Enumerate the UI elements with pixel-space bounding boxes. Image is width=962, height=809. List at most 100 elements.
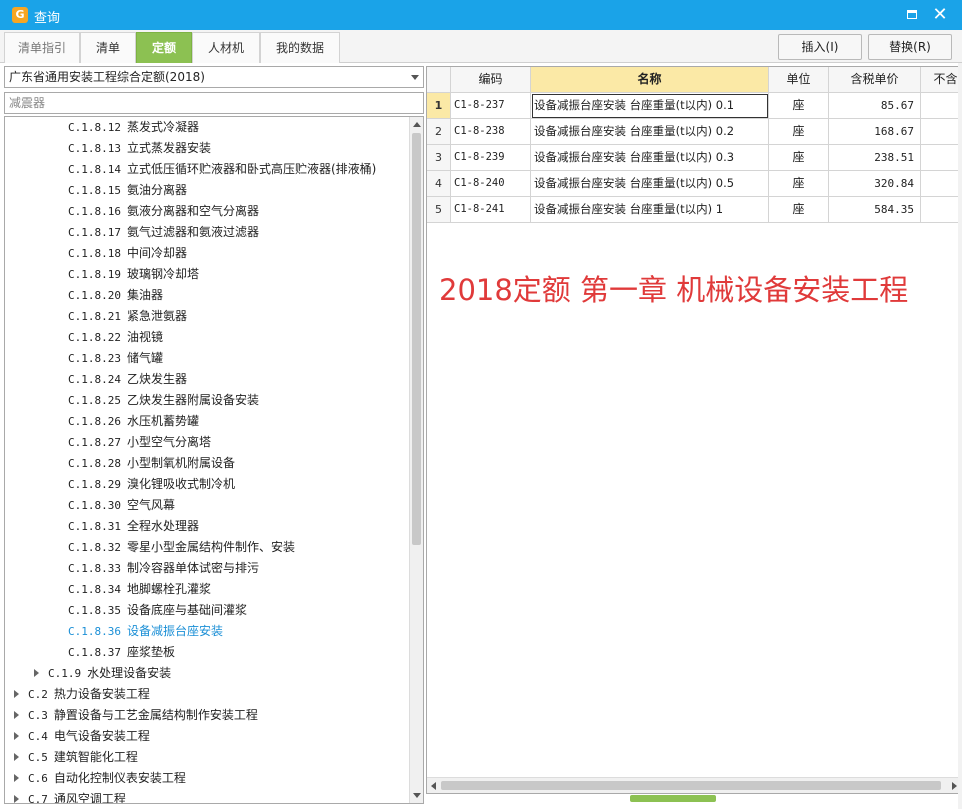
grid-horizontal-scrollbar[interactable] bbox=[427, 777, 961, 793]
header-code[interactable]: 编码 bbox=[451, 67, 531, 93]
tree-item[interactable]: C.1.8.12 蒸发式冷凝器 bbox=[68, 117, 199, 138]
row-number[interactable]: 4 bbox=[427, 171, 451, 197]
title-bar[interactable]: G 查询 ✕ bbox=[0, 0, 962, 30]
tab-bill-guide[interactable]: 清单指引 bbox=[4, 32, 80, 63]
row-number[interactable]: 1 bbox=[427, 93, 451, 119]
tree-item[interactable]: C.1.8.26 水压机蓄势罐 bbox=[68, 411, 199, 432]
header-tax-price[interactable]: 含税单价 bbox=[829, 67, 921, 93]
quota-name[interactable]: 设备减振台座安装 台座重量(t以内) 0.3 bbox=[531, 145, 769, 171]
tree-item[interactable]: C.1.8.37 座浆垫板 bbox=[68, 642, 175, 663]
quota-unit[interactable]: 座 bbox=[769, 145, 829, 171]
tree-item[interactable]: C.1.8.35 设备底座与基础间灌浆 bbox=[68, 600, 247, 621]
tree-item[interactable]: C.1.8.20 集油器 bbox=[68, 285, 163, 306]
quota-unit[interactable]: 座 bbox=[769, 171, 829, 197]
tree-item[interactable]: C.1.8.28 小型制氧机附属设备 bbox=[68, 453, 235, 474]
quota-code[interactable]: C1-8-239 bbox=[451, 145, 531, 171]
row-number[interactable]: 5 bbox=[427, 197, 451, 223]
tree-item[interactable]: C.1.8.16 氨液分离器和空气分离器 bbox=[68, 201, 259, 222]
tree-item[interactable]: C.1.8.24 乙炔发生器 bbox=[68, 369, 187, 390]
tree-item[interactable]: C.1.8.15 氨油分离器 bbox=[68, 180, 187, 201]
scroll-thumb[interactable] bbox=[412, 133, 421, 545]
tree-item[interactable]: C.1.8.23 储气罐 bbox=[68, 348, 163, 369]
quota-library-select[interactable]: 广东省通用安装工程综合定额(2018) bbox=[4, 66, 424, 88]
tab-bill[interactable]: 清单 bbox=[80, 32, 136, 63]
expand-arrow-icon[interactable] bbox=[34, 669, 39, 677]
tree-item[interactable]: C.1.9 水处理设备安装 bbox=[34, 663, 171, 684]
quota-code[interactable]: C1-8-237 bbox=[451, 93, 531, 119]
row-number[interactable]: 3 bbox=[427, 145, 451, 171]
quota-tax-price[interactable]: 168.67 bbox=[829, 119, 921, 145]
tree-item[interactable]: C.3 静置设备与工艺金属结构制作安装工程 bbox=[14, 705, 258, 726]
window-title: 查询 bbox=[34, 11, 61, 26]
scroll-left-icon[interactable] bbox=[431, 782, 436, 790]
chapter-tree[interactable]: C.7 通风空调工程 C.6 自动化控制仪表安装工程 C.5 建筑智能化工程 C.4 电气设备… bbox=[4, 116, 424, 804]
tree-item[interactable]: C.1.8.33 制冷容器单体试密与排污 bbox=[68, 558, 259, 579]
quota-unit[interactable]: 座 bbox=[769, 93, 829, 119]
replace-button[interactable]: 替换(R) bbox=[868, 34, 952, 60]
quota-tax-price[interactable]: 584.35 bbox=[829, 197, 921, 223]
tab-my-data[interactable]: 我的数据 bbox=[260, 32, 340, 63]
tab-labor-material-machine[interactable]: 人材机 bbox=[192, 32, 260, 63]
quota-code[interactable]: C1-8-240 bbox=[451, 171, 531, 197]
scroll-up-icon[interactable] bbox=[413, 122, 421, 127]
tree-item[interactable]: C.1.8.29 溴化锂吸收式制冷机 bbox=[68, 474, 235, 495]
expand-arrow-icon[interactable] bbox=[14, 795, 19, 803]
tree-item[interactable]: C.1.8.27 小型空气分离塔 bbox=[68, 432, 211, 453]
tree-item[interactable]: C.1.8.22 油视镜 bbox=[68, 327, 163, 348]
quota-tax-price[interactable]: 238.51 bbox=[829, 145, 921, 171]
scroll-down-icon[interactable] bbox=[413, 793, 421, 798]
quota-name[interactable]: 设备减振台座安装 台座重量(t以内) 0.2 bbox=[531, 119, 769, 145]
quota-code[interactable]: C1-8-241 bbox=[451, 197, 531, 223]
insert-button[interactable]: 插入(I) bbox=[778, 34, 862, 60]
expand-arrow-icon[interactable] bbox=[14, 753, 19, 761]
quota-tax-price[interactable]: 320.84 bbox=[829, 171, 921, 197]
quota-pretax-price[interactable] bbox=[921, 93, 961, 119]
tree-item[interactable]: C.1.8.34 地脚螺栓孔灌浆 bbox=[68, 579, 211, 600]
tree-item[interactable]: C.1.8.19 玻璃钢冷却塔 bbox=[68, 264, 199, 285]
header-unit[interactable]: 单位 bbox=[769, 67, 829, 93]
quota-pretax-price[interactable] bbox=[921, 171, 961, 197]
tree-item[interactable]: C.1.8.36 设备减振台座安装 bbox=[68, 621, 223, 642]
tree-item[interactable]: C.1.8.14 立式低压循环贮液器和卧式高压贮液器(排液桶) bbox=[68, 159, 376, 180]
expand-arrow-icon[interactable] bbox=[14, 732, 19, 740]
search-input[interactable]: 减震器 bbox=[4, 92, 424, 114]
quota-name[interactable]: 设备减振台座安装 台座重量(t以内) 0.1 bbox=[531, 93, 769, 119]
tree-item[interactable]: C.1.8.25 乙炔发生器附属设备安装 bbox=[68, 390, 259, 411]
tree-item[interactable]: C.1.8.13 立式蒸发器安装 bbox=[68, 138, 211, 159]
header-pretax-price[interactable]: 不含 bbox=[921, 67, 961, 93]
tree-item[interactable]: C.1.8.18 中间冷却器 bbox=[68, 243, 187, 264]
tab-quota[interactable]: 定额 bbox=[136, 32, 192, 63]
tree-item[interactable]: C.1.8.17 氨气过滤器和氨液过滤器 bbox=[68, 222, 259, 243]
tree-item[interactable]: C.1.8.31 全程水处理器 bbox=[68, 516, 199, 537]
tree-item-code: C.1.8.34 bbox=[68, 583, 121, 596]
close-icon[interactable]: ✕ bbox=[930, 5, 950, 25]
quota-tax-price[interactable]: 85.67 bbox=[829, 93, 921, 119]
tree-item[interactable]: C.1.8.30 空气风幕 bbox=[68, 495, 175, 516]
scroll-thumb[interactable] bbox=[441, 781, 941, 790]
header-name[interactable]: 名称 bbox=[531, 67, 769, 93]
expand-arrow-icon[interactable] bbox=[14, 774, 19, 782]
maximize-icon[interactable] bbox=[902, 5, 922, 25]
scroll-right-icon[interactable] bbox=[952, 782, 957, 790]
row-number[interactable]: 2 bbox=[427, 119, 451, 145]
quota-unit[interactable]: 座 bbox=[769, 119, 829, 145]
tree-vertical-scrollbar[interactable] bbox=[409, 117, 423, 803]
resize-handle[interactable] bbox=[630, 795, 716, 802]
tree-item[interactable]: C.1.8.32 零星小型金属结构件制作、安装 bbox=[68, 537, 295, 558]
expand-arrow-icon[interactable] bbox=[14, 690, 19, 698]
quota-pretax-price[interactable] bbox=[921, 145, 961, 171]
quota-pretax-price[interactable] bbox=[921, 197, 961, 223]
quota-name[interactable]: 设备减振台座安装 台座重量(t以内) 1 bbox=[531, 197, 769, 223]
expand-arrow-icon[interactable] bbox=[14, 711, 19, 719]
tree-item[interactable]: C.1.8.21 紧急泄氨器 bbox=[68, 306, 187, 327]
quota-unit[interactable]: 座 bbox=[769, 197, 829, 223]
quota-name[interactable]: 设备减振台座安装 台座重量(t以内) 0.5 bbox=[531, 171, 769, 197]
tree-item[interactable]: C.2 热力设备安装工程 bbox=[14, 684, 150, 705]
tree-item[interactable]: C.7 通风空调工程 bbox=[14, 789, 126, 803]
tree-item[interactable]: C.5 建筑智能化工程 bbox=[14, 747, 138, 768]
tree-item[interactable]: C.4 电气设备安装工程 bbox=[14, 726, 150, 747]
quota-pretax-price[interactable] bbox=[921, 119, 961, 145]
tree-item[interactable]: C.6 自动化控制仪表安装工程 bbox=[14, 768, 186, 789]
chevron-down-icon[interactable] bbox=[411, 75, 419, 80]
quota-code[interactable]: C1-8-238 bbox=[451, 119, 531, 145]
